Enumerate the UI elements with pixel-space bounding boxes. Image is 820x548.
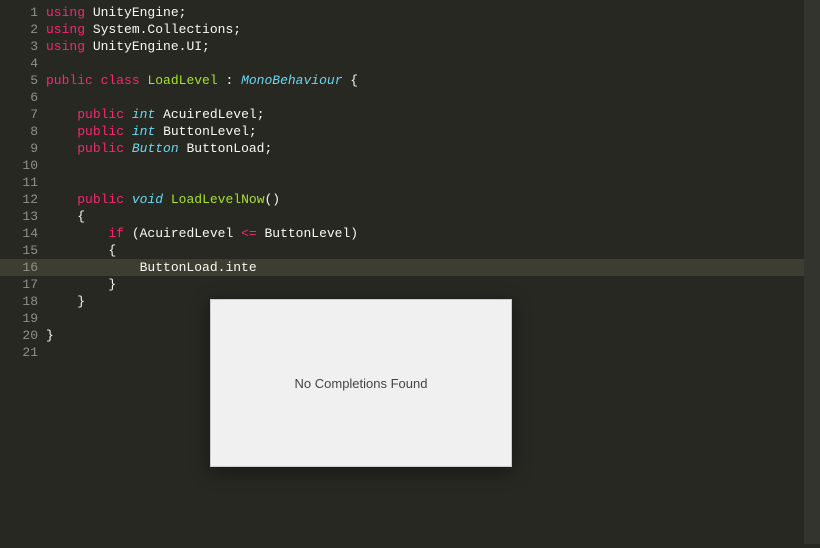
code-line: 8 public int ButtonLevel; xyxy=(0,123,820,140)
line-number: 9 xyxy=(0,140,46,157)
line-number: 8 xyxy=(0,123,46,140)
line-number: 10 xyxy=(0,157,46,174)
line-number: 13 xyxy=(0,208,46,225)
line-number: 20 xyxy=(0,327,46,344)
line-number: 21 xyxy=(0,344,46,361)
code-line: 12 public void LoadLevelNow() xyxy=(0,191,820,208)
line-number: 15 xyxy=(0,242,46,259)
line-number: 16 xyxy=(0,259,46,276)
line-number: 2 xyxy=(0,21,46,38)
code-line: 17 } xyxy=(0,276,820,293)
code-line: 9 public Button ButtonLoad; xyxy=(0,140,820,157)
completion-message: No Completions Found xyxy=(295,376,428,391)
code-line-current: 16 ButtonLoad.inte xyxy=(0,259,820,276)
code-line: 5 public class LoadLevel : MonoBehaviour… xyxy=(0,72,820,89)
code-line: 4 xyxy=(0,55,820,72)
line-number: 12 xyxy=(0,191,46,208)
line-number: 14 xyxy=(0,225,46,242)
code-line: 7 public int AcuiredLevel; xyxy=(0,106,820,123)
code-line: 2 using System.Collections; xyxy=(0,21,820,38)
scrollbar-vertical[interactable] xyxy=(804,0,820,544)
line-number: 17 xyxy=(0,276,46,293)
code-line: 10 xyxy=(0,157,820,174)
line-number: 5 xyxy=(0,72,46,89)
line-number: 3 xyxy=(0,38,46,55)
line-number: 18 xyxy=(0,293,46,310)
line-number: 6 xyxy=(0,89,46,106)
code-line: 3 using UnityEngine.UI; xyxy=(0,38,820,55)
code-line: 14 if (AcuiredLevel <= ButtonLevel) xyxy=(0,225,820,242)
code-line: 13 { xyxy=(0,208,820,225)
code-line: 11 xyxy=(0,174,820,191)
code-line: 15 { xyxy=(0,242,820,259)
code-line: 1 using UnityEngine; xyxy=(0,4,820,21)
line-number: 4 xyxy=(0,55,46,72)
line-number: 7 xyxy=(0,106,46,123)
code-line: 6 xyxy=(0,89,820,106)
completion-popup[interactable]: No Completions Found xyxy=(210,299,512,467)
line-number: 19 xyxy=(0,310,46,327)
line-number: 11 xyxy=(0,174,46,191)
line-number: 1 xyxy=(0,4,46,21)
